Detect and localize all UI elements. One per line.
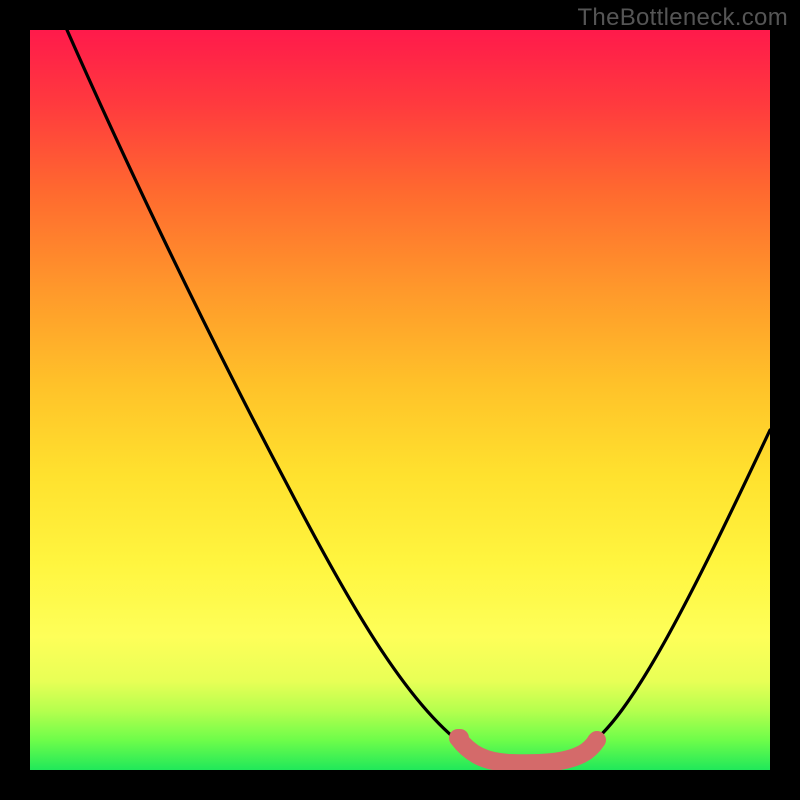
- valley-highlight: [458, 738, 597, 763]
- valley-end-left: [451, 729, 469, 747]
- watermark-text: TheBottleneck.com: [577, 4, 788, 32]
- chart-frame: TheBottleneck.com: [0, 0, 800, 800]
- bottleneck-curve: [67, 30, 770, 762]
- valley-end-right: [587, 732, 605, 750]
- plot-area: [30, 30, 770, 770]
- chart-svg: [30, 30, 770, 770]
